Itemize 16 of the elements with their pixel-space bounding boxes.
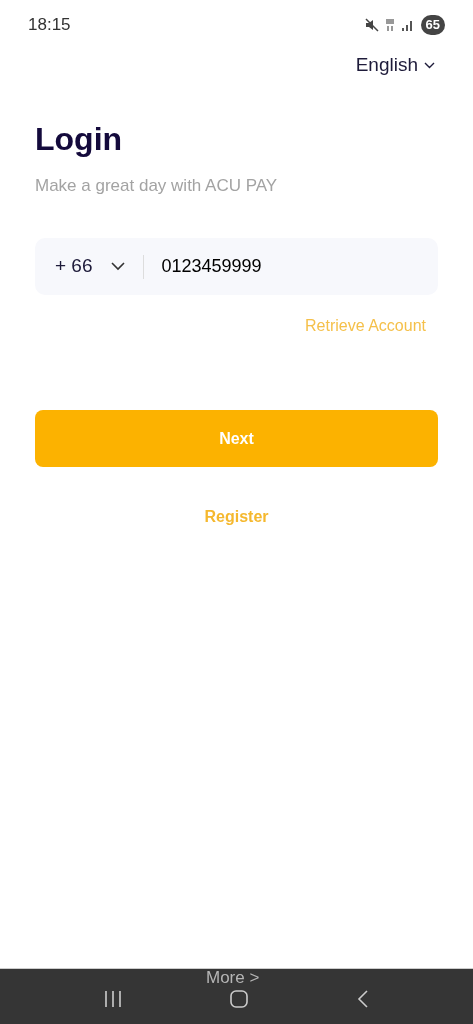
- chevron-down-icon: [424, 61, 435, 69]
- subtitle: Make a great day with ACU PAY: [35, 174, 279, 197]
- home-icon[interactable]: [229, 988, 250, 1009]
- status-time: 18:15: [28, 14, 71, 37]
- phone-input-field[interactable]: + 66 0123459999: [35, 238, 438, 295]
- country-code-selector[interactable]: + 66: [55, 252, 125, 281]
- battery-indicator: 65: [420, 15, 445, 35]
- phone-number: 0123459999: [161, 255, 262, 278]
- recent-apps-icon[interactable]: [103, 989, 124, 1008]
- more-link[interactable]: More >: [206, 965, 260, 991]
- language-selector[interactable]: English: [355, 51, 435, 80]
- chevron-down-icon: [110, 262, 125, 271]
- mute-icon: [364, 18, 379, 32]
- signal-icon: [400, 19, 415, 31]
- back-icon[interactable]: [355, 988, 370, 1009]
- page-title: Login: [35, 119, 124, 159]
